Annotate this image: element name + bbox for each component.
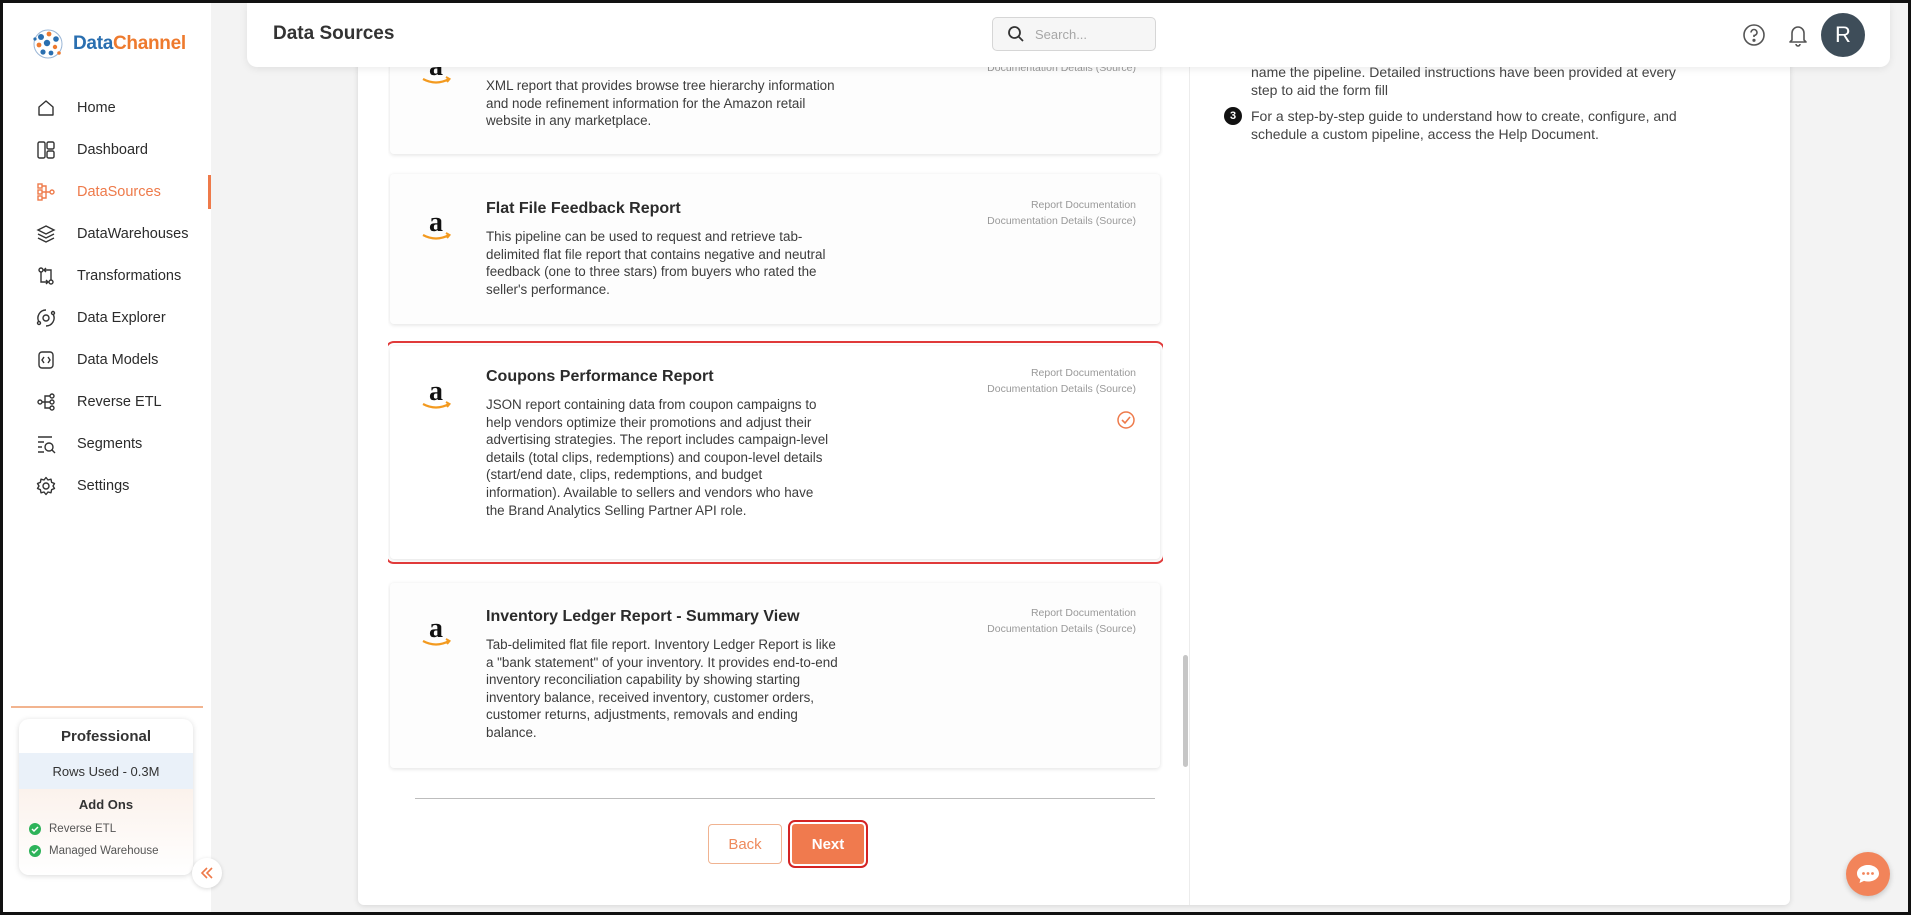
instruction-text: name the pipeline. Detailed instructions… [1251,64,1676,98]
addon-label: Managed Warehouse [49,845,159,857]
sidebar-item-transformations[interactable]: Transformations [3,255,211,297]
report-list: a XML report that provides browse tree h… [388,3,1163,773]
top-header: Data Sources R [247,3,1890,67]
logo-text: DataChannel [73,33,186,54]
sidebar-item-home[interactable]: Home [3,87,211,129]
amazon-logo-icon: a [422,615,452,646]
check-circle-icon [29,823,41,835]
sidebar-item-dashboard[interactable]: Dashboard [3,129,211,171]
report-description: This pipeline can be used to request and… [486,229,826,297]
sidebar-item-segments[interactable]: Segments [3,423,211,465]
search-input[interactable] [1035,26,1135,42]
page-title: Data Sources [273,23,395,44]
report-links: Report Documentation Documentation Detai… [987,197,1136,229]
search-box[interactable] [992,17,1156,51]
bell-icon[interactable] [1787,23,1809,47]
plan-divider [11,706,203,708]
step-number-badge: 3 [1224,107,1242,125]
report-card-selected[interactable]: a Coupons Performance Report JSON report… [388,341,1163,564]
report-card[interactable]: a Inventory Ledger Report - Summary View… [390,583,1160,768]
report-documentation-link[interactable]: Report Documentation [987,605,1136,621]
sidebar-nav: Home Dashboard DataSources DataWarehouse… [3,87,211,507]
datachannel-logo-icon [33,29,63,59]
instruction-text: For a step-by-step guide to understand h… [1251,108,1677,142]
addon-item: Reverse ETL [19,818,193,840]
check-circle-icon [29,845,41,857]
report-description: XML report that provides browse tree hie… [486,78,835,129]
report-links: Report Documentation Documentation Detai… [987,365,1136,397]
documentation-details-link[interactable]: Documentation Details (Source) [987,213,1136,229]
report-documentation-link[interactable]: Report Documentation [987,365,1136,381]
report-card[interactable]: a Flat File Feedback Report This pipelin… [390,174,1160,324]
datasources-icon [35,181,57,203]
sidebar-item-label: Reverse ETL [77,394,162,410]
sidebar-item-label: Data Explorer [77,310,166,326]
addons-title: Add Ons [78,797,134,812]
next-button[interactable]: Next [788,820,868,868]
svg-text:a: a [429,378,443,407]
selected-check-icon [1117,411,1135,429]
report-title: Flat File Feedback Report [486,200,681,217]
sidebar-item-label: Home [77,100,116,116]
addons-section: Add Ons Reverse ETL Managed Warehouse [19,789,193,875]
sidebar-item-settings[interactable]: Settings [3,465,211,507]
sidebar-item-label: Transformations [77,268,182,284]
sidebar: DataChannel Home Dashboard DataSources D… [3,3,211,912]
collapse-sidebar-button[interactable] [192,858,222,888]
app-logo[interactable]: DataChannel [29,25,186,63]
report-links: Report Documentation Documentation Detai… [987,605,1136,637]
sidebar-item-label: Data Models [77,352,159,368]
sidebar-item-datawarehouses[interactable]: DataWarehouses [3,213,211,255]
data-explorer-icon [35,307,57,329]
segments-icon [35,433,57,455]
chat-icon [1857,865,1879,883]
reverse-etl-icon [35,391,57,413]
rows-used: Rows Used - 0.3M [19,753,193,789]
instruction-step-3: 3 For a step-by-step guide to understand… [1224,107,1691,143]
addon-item: Managed Warehouse [19,840,193,862]
plan-card: Professional Rows Used - 0.3M Add Ons Re… [19,719,193,875]
documentation-details-link[interactable]: Documentation Details (Source) [987,381,1136,397]
sidebar-item-datasources[interactable]: DataSources [3,171,211,213]
sidebar-item-label: Settings [77,478,130,494]
sidebar-item-reverse-etl[interactable]: Reverse ETL [3,381,211,423]
avatar[interactable]: R [1821,13,1865,57]
svg-text:a: a [429,209,443,238]
search-icon [1008,26,1024,42]
report-title: Inventory Ledger Report - Summary View [486,608,800,625]
report-title: Coupons Performance Report [486,368,714,385]
data-models-icon [35,349,57,371]
svg-text:a: a [429,615,443,644]
sidebar-item-label: Segments [77,436,143,452]
documentation-details-link[interactable]: Documentation Details (Source) [987,621,1136,637]
sidebar-item-label: DataWarehouses [77,226,189,242]
report-description: Tab-delimited flat file report. Inventor… [486,637,838,740]
report-description: JSON report containing data from coupon … [486,397,829,518]
sidebar-item-label: DataSources [77,184,161,200]
dashboard-icon [35,139,57,161]
help-icon[interactable] [1742,23,1766,47]
datawarehouses-icon [35,223,57,245]
double-chevron-left-icon [200,867,213,879]
report-list-scrollbar[interactable] [1183,655,1188,767]
report-documentation-link[interactable]: Report Documentation [987,197,1136,213]
back-button[interactable]: Back [708,824,782,864]
sidebar-item-label: Dashboard [77,142,148,158]
amazon-logo-icon: a [422,378,452,409]
footer-divider [415,798,1155,799]
transformations-icon [35,265,57,287]
chat-support-button[interactable] [1846,852,1890,896]
instruction-step-2: name the pipeline. Detailed instructions… [1251,63,1691,99]
addon-label: Reverse ETL [49,823,117,835]
home-icon [35,97,57,119]
sidebar-item-data-models[interactable]: Data Models [3,339,211,381]
settings-icon [35,475,57,497]
plan-name: Professional [60,727,152,745]
sidebar-item-data-explorer[interactable]: Data Explorer [3,297,211,339]
amazon-logo-icon: a [422,209,452,240]
